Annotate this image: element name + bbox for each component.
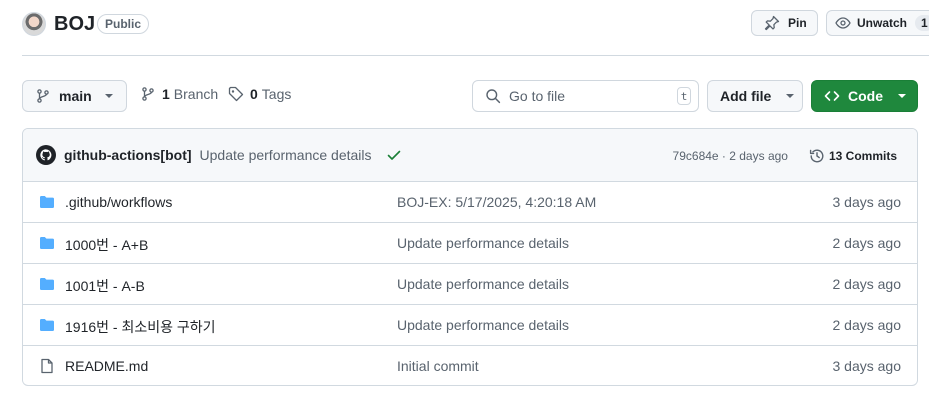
code-label: Code [848, 88, 883, 104]
file-commit-message[interactable]: Update performance details [397, 317, 569, 333]
latest-commit-bar: github-actions[bot] Update performance d… [23, 129, 917, 182]
file-table: github-actions[bot] Update performance d… [22, 128, 918, 386]
eye-icon [835, 15, 851, 31]
tags-count: 0 [250, 86, 258, 102]
file-date: 3 days ago [832, 358, 902, 374]
github-actions-avatar[interactable] [36, 145, 56, 165]
commit-author[interactable]: github-actions[bot] [64, 147, 192, 163]
tag-icon [228, 86, 244, 102]
branch-icon [140, 86, 156, 102]
branches-count: 1 [162, 86, 170, 102]
file-commit-message[interactable]: Initial commit [397, 358, 479, 374]
go-to-file-input[interactable]: Go to file t [472, 80, 699, 112]
file-name[interactable]: 1001번 - A-B [65, 276, 145, 296]
search-placeholder: Go to file [509, 88, 566, 104]
owner-avatar[interactable] [22, 12, 46, 36]
search-icon [485, 88, 501, 104]
commit-message[interactable]: Update performance details [200, 147, 372, 163]
file-commit-message[interactable]: BOJ-EX: 5/17/2025, 4:20:18 AM [397, 194, 596, 210]
chevron-down-icon [897, 93, 907, 99]
branch-select-button[interactable]: main [22, 80, 127, 112]
visibility-badge: Public [97, 14, 150, 34]
file-icon [39, 358, 55, 374]
code-button[interactable]: Code [811, 80, 918, 112]
repo-name[interactable]: BOJ [54, 11, 95, 37]
file-row[interactable]: .github/workflows BOJ-EX: 5/17/2025, 4:2… [23, 182, 917, 223]
branches-label: Branch [173, 86, 219, 102]
branch-icon [35, 88, 51, 104]
branch-name: main [59, 88, 92, 104]
file-row[interactable]: README.md Initial commit 3 days ago [23, 346, 917, 385]
file-name[interactable]: README.md [65, 358, 148, 374]
pin-icon [764, 15, 780, 31]
history-icon [809, 148, 825, 164]
unwatch-button[interactable]: Unwatch 1 [826, 10, 929, 36]
chevron-down-icon [785, 93, 795, 99]
commits-history-link[interactable]: 13 Commits [805, 148, 897, 164]
file-name[interactable]: .github/workflows [65, 194, 172, 210]
check-icon[interactable] [386, 147, 402, 163]
file-date: 2 days ago [832, 317, 902, 333]
pin-button[interactable]: Pin [751, 10, 818, 36]
search-shortcut-key: t [677, 87, 691, 105]
file-date: 2 days ago [832, 235, 902, 251]
file-name[interactable]: 1916번 - 최소비용 구하기 [65, 317, 216, 337]
add-file-button[interactable]: Add file [707, 80, 803, 112]
commits-count-label: 13 Commits [828, 148, 897, 163]
chevron-down-icon [104, 93, 114, 99]
tags-link[interactable]: 0 Tags [228, 86, 291, 102]
add-file-label: Add file [720, 88, 772, 104]
commit-sha-date[interactable]: 79c684e · 2 days ago [673, 149, 788, 163]
tags-label: Tags [261, 86, 292, 102]
unwatch-label: Unwatch [857, 16, 908, 30]
folder-icon [39, 194, 55, 210]
file-date: 2 days ago [832, 276, 902, 292]
pin-label: Pin [788, 16, 807, 30]
code-icon [824, 88, 840, 104]
file-row[interactable]: 1000번 - A+B Update performance details 2… [23, 223, 917, 264]
file-row[interactable]: 1916번 - 최소비용 구하기 Update performance deta… [23, 305, 917, 346]
branches-link[interactable]: 1 Branch [140, 86, 218, 102]
file-name[interactable]: 1000번 - A+B [65, 235, 148, 255]
folder-icon [39, 235, 55, 251]
header-divider [22, 55, 929, 56]
watch-count: 1 [915, 15, 929, 31]
file-date: 3 days ago [832, 194, 902, 210]
file-row[interactable]: 1001번 - A-B Update performance details 2… [23, 264, 917, 305]
file-commit-message[interactable]: Update performance details [397, 235, 569, 251]
folder-icon [39, 276, 55, 292]
folder-icon [39, 317, 55, 333]
file-commit-message[interactable]: Update performance details [397, 276, 569, 292]
